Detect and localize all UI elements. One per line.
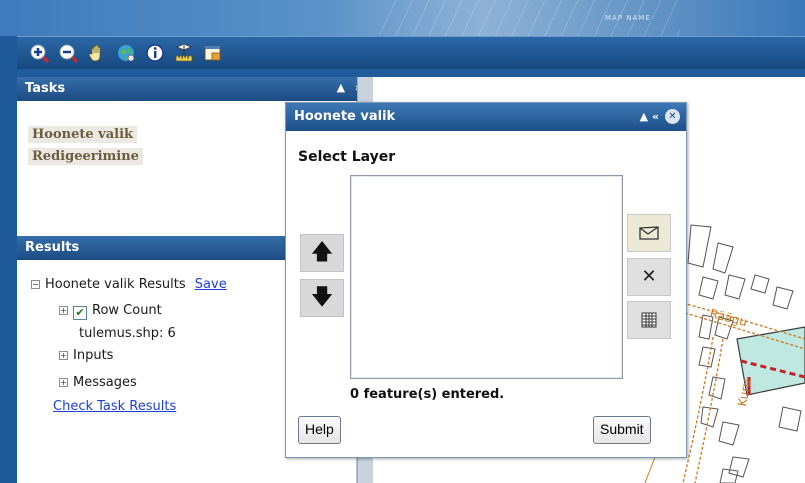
polygon-select-icon [639, 226, 659, 240]
expand-icon[interactable]: + [59, 306, 68, 315]
hoonete-valik-dialog: Hoonete valik ▲ « ✕ Select Layer 🡅 🡇 ✕ 0… [285, 102, 687, 458]
zoom-in-icon[interactable] [29, 43, 49, 63]
task-item-redigeerimine[interactable]: Redigeerimine [28, 148, 143, 165]
zoom-out-icon[interactable] [58, 43, 78, 63]
row-count-value: tulemus.shp: 6 [79, 326, 176, 341]
map-toolbar [17, 36, 805, 69]
submit-button[interactable]: Submit [593, 416, 651, 444]
collapse-icon[interactable]: − [31, 280, 40, 289]
banner-map-name: MAP NAME [605, 14, 651, 22]
inputs-node: + Inputs [59, 348, 113, 363]
attribute-table-button[interactable] [627, 301, 671, 339]
tasks-pane-title: Tasks [25, 81, 66, 96]
layer-listbox[interactable] [350, 175, 623, 379]
help-button[interactable]: Help [298, 416, 341, 444]
arrow-up-icon: 🡅 [310, 240, 334, 265]
row-count-label: Row Count [92, 303, 162, 318]
dialog-collapse-dock-controls[interactable]: ▲ « [640, 110, 659, 123]
row-count-checkbox[interactable]: ✔ [73, 306, 87, 320]
banner: MAP NAME [0, 0, 805, 36]
features-entered-status: 0 feature(s) entered. [350, 387, 505, 402]
move-down-button[interactable]: 🡇 [300, 279, 344, 317]
row-count-node: + ✔ Row Count [59, 303, 162, 320]
full-extent-globe-icon[interactable] [116, 43, 136, 63]
pan-hand-icon[interactable] [87, 43, 107, 63]
overview-map-icon[interactable] [203, 43, 223, 63]
dialog-title: Hoonete valik [294, 109, 396, 124]
results-pane-title: Results [25, 240, 80, 255]
messages-node: + Messages [59, 375, 137, 390]
inputs-label: Inputs [73, 348, 114, 363]
clear-selection-button[interactable]: ✕ [627, 258, 671, 296]
table-icon [641, 312, 657, 328]
select-polygon-button[interactable] [627, 214, 671, 252]
x-icon: ✕ [641, 266, 657, 287]
close-icon[interactable]: ✕ [665, 109, 680, 124]
results-root-label: Hoonete valik Results [45, 277, 186, 292]
dialog-header[interactable]: Hoonete valik ▲ « ✕ [286, 103, 686, 131]
results-root-node: − Hoonete valik Results Save [31, 277, 227, 292]
select-layer-label: Select Layer [298, 149, 396, 165]
messages-label: Messages [73, 375, 137, 390]
tasks-pane-header: Tasks ▲ » [17, 77, 373, 101]
arrow-down-icon: 🡇 [310, 285, 334, 310]
save-link[interactable]: Save [195, 277, 227, 292]
move-up-button[interactable]: 🡅 [300, 234, 344, 272]
expand-icon[interactable]: + [59, 351, 68, 360]
map-street-label-kuru: Kuru [735, 378, 754, 407]
expand-icon[interactable]: + [59, 378, 68, 387]
task-item-hoonete-valik[interactable]: Hoonete valik [28, 126, 138, 143]
identify-icon[interactable] [145, 43, 165, 63]
measure-icon[interactable] [174, 43, 194, 63]
check-task-results-link[interactable]: Check Task Results [53, 399, 176, 414]
